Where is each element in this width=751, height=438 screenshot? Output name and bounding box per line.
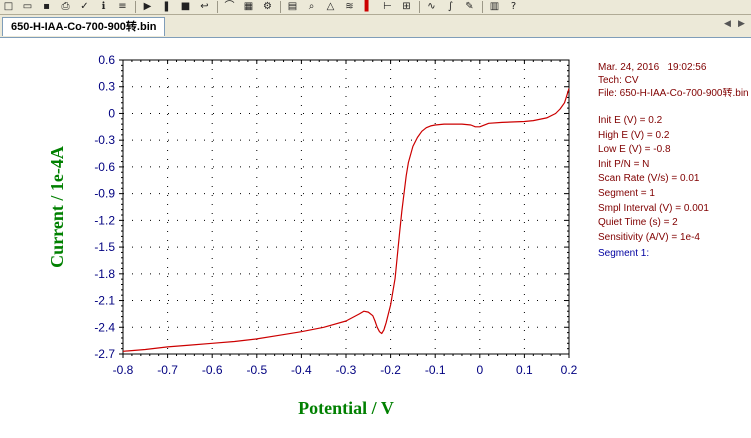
y-tick-label: 0.3 [98,80,115,94]
info-param-line: Scan Rate (V/s) = 0.01 [598,173,700,185]
info-param-line: Smpl Interval (V) = 0.001 [598,202,709,214]
print-icon[interactable]: ⎙ [59,1,72,12]
x-tick-label: -0.1 [425,363,446,377]
tab-bar: 650-H-IAA-Co-700-900转.bin ◀ ▶ [0,15,751,38]
info-tech: Tech: CV [598,75,639,86]
y-tick-label: -2.7 [94,347,115,361]
toolbar-separator [482,1,483,13]
info-param-line: Init P/N = N [598,158,650,170]
tab-scroll-right-icon[interactable]: ▶ [738,19,745,29]
x-tick-label: -0.8 [113,363,134,377]
cursor-icon[interactable]: ⊢ [381,1,394,12]
x-tick-label: 0.2 [561,363,578,377]
toolbar-separator [135,1,136,13]
info-param-line: Quiet Time (s) = 2 [598,217,678,229]
info-param-line: Sensitivity (A/V) = 1e-4 [598,231,700,243]
info-icon[interactable]: ℹ [97,1,110,12]
info-segment-label: Segment 1: [598,248,650,259]
y-tick-label: -1.2 [94,213,115,227]
x-tick-label: 0.1 [516,363,533,377]
y-tick-label: -0.9 [94,187,115,201]
color-icon[interactable]: ▌ [362,1,375,12]
y-tick-label: -2.4 [94,320,115,334]
tab-scroll-left-icon[interactable]: ◀ [724,19,731,29]
tab-document[interactable]: 650-H-IAA-Co-700-900转.bin [2,17,166,36]
pen-icon[interactable]: ✎ [463,1,476,12]
math-icon[interactable]: ∫ [444,1,457,12]
pause-icon[interactable]: ❚ [160,1,173,12]
save-icon[interactable]: ▪ [40,1,53,12]
y-axis-title: Current / 1e-4A [47,146,67,268]
y-tick-label: -2.1 [94,294,115,308]
filter-icon[interactable]: ⊞ [400,1,413,12]
open-icon[interactable]: ▭ [21,1,34,12]
graph-icon[interactable]: ▦ [242,1,255,12]
new-icon[interactable]: □ [2,1,15,12]
grid-icon[interactable]: ▤ [286,1,299,12]
x-tick-label: -0.7 [157,363,178,377]
info-param-line: Init E (V) = 0.2 [598,115,663,126]
x-tick-label: 0 [476,363,483,377]
toolbar-separator [217,1,218,13]
x-tick-label: -0.6 [202,363,223,377]
info-file: File: 650-H-IAA-Co-700-900转.bin [598,88,749,99]
y-tick-label: -0.3 [94,133,115,147]
help-icon[interactable]: ? [507,1,520,12]
info-datetime: Mar. 24, 2016 19:02:56 [598,62,706,74]
info-date: Mar. 24, 2016 [598,62,660,73]
list-icon[interactable]: ≡ [116,1,129,12]
y-tick-label: -0.6 [94,160,115,174]
info-param-line: Low E (V) = -0.8 [598,144,671,156]
y-tick-label: 0.6 [98,53,115,67]
peak-icon[interactable]: △ [324,1,337,12]
info-param-line: Segment = 1 [598,188,655,199]
toolbar: □ ▭ ▪ ⎙ ✓ ℹ ≡ ▶ ❚ ■ ↩ ⌒ ▦ ⚙ ▤ ⌕ △ ≋ ▌ ⊢ ⊞ ∿ ∫ ✎ ▥? [0,0,751,15]
stop-icon[interactable]: ■ [179,1,192,12]
cv-curve [122,88,570,352]
x-axis-title: Potential / V [298,398,394,418]
table-icon[interactable]: ▥ [488,1,501,12]
plot-frame [122,59,570,355]
play-icon[interactable]: ▶ [141,1,154,12]
wave-icon[interactable]: ∿ [425,1,438,12]
y-tick-label: -1.5 [94,240,115,254]
overlay-icon[interactable]: ≋ [343,1,356,12]
x-tick-label: -0.2 [380,363,401,377]
x-tick-label: -0.4 [291,363,312,377]
toolbar-separator [280,1,281,13]
y-tick-label: 0 [108,106,115,120]
plot-area: -0.8 -0.7 -0.6 -0.5 -0.4 -0.3 -0.2 -0.1 0 0.1 0.2 0… [0,38,751,438]
x-tick-label: -0.5 [246,363,267,377]
info-param-line: High E (V) = 0.2 [598,129,670,141]
x-tick-label: -0.3 [336,363,357,377]
clip-icon[interactable]: ⌒ [223,1,236,12]
settings-icon[interactable]: ⚙ [261,1,274,12]
check-icon[interactable]: ✓ [78,1,91,12]
y-tick-label: -1.8 [94,267,115,281]
toolbar-separator [419,1,420,13]
info-time: 19:02:56 [667,62,707,73]
return-icon[interactable]: ↩ [198,1,211,12]
zoom-icon[interactable]: ⌕ [305,1,318,12]
